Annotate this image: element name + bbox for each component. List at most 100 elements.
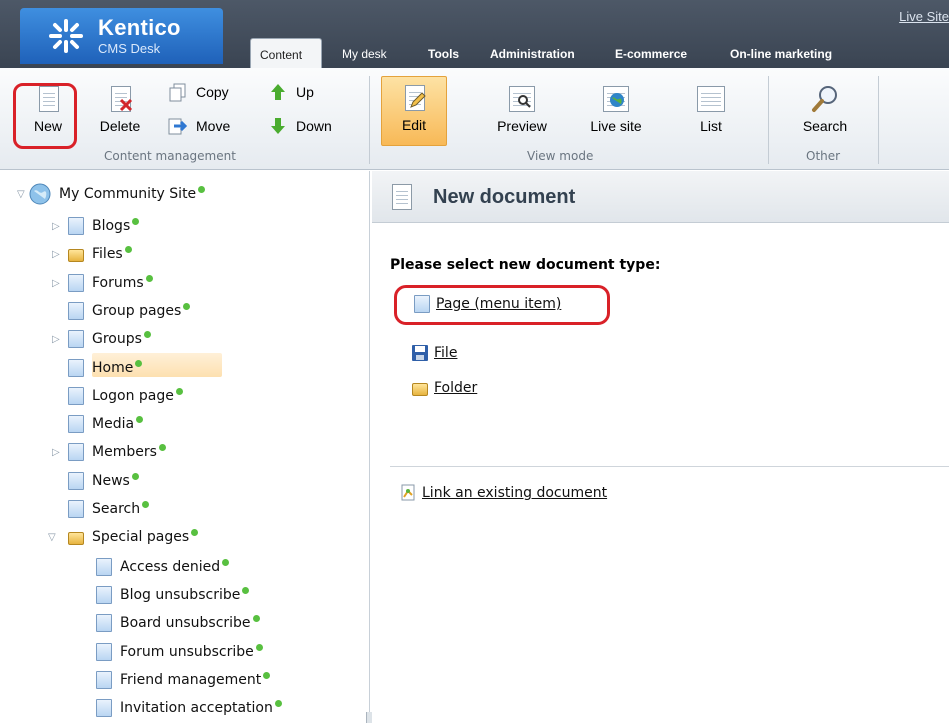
tab-on-line-marketing[interactable]: On-line marketing: [730, 38, 870, 68]
top-header: Kentico CMS Desk Live Site Content My de…: [0, 0, 949, 68]
page-icon: [68, 472, 84, 490]
tree-root[interactable]: ▽ My Community Site: [17, 182, 206, 206]
expand-icon[interactable]: ▷: [52, 334, 64, 345]
tree-node-label: Forum unsubscribe: [120, 644, 254, 660]
published-dot: [145, 275, 153, 282]
preview-mode-button[interactable]: Preview: [492, 78, 552, 142]
tree-node-board-unsubscribe[interactable]: Board unsubscribe: [96, 611, 260, 635]
page-icon: [68, 443, 84, 461]
tree-node-home[interactable]: Home: [68, 356, 143, 380]
published-dot: [222, 559, 230, 566]
edit-label: Edit: [401, 117, 427, 133]
link-existing-document[interactable]: Link an existing document: [400, 484, 607, 502]
published-dot: [132, 218, 140, 225]
tree-node-label: Board unsubscribe: [120, 615, 251, 631]
doc-type-file[interactable]: File: [412, 344, 457, 362]
tree-node-media[interactable]: Media: [68, 412, 144, 436]
published-dot: [135, 360, 143, 367]
tab-tools[interactable]: Tools: [428, 38, 478, 68]
tree-node-search[interactable]: Search: [68, 497, 150, 521]
tree-node-groups[interactable]: ▷ Groups: [52, 327, 151, 351]
tree-node-logon-page[interactable]: Logon page: [68, 384, 183, 408]
tree-node-label: Files: [92, 246, 123, 262]
copy-button[interactable]: Copy: [168, 81, 229, 103]
arrow-down-icon: [271, 118, 285, 134]
published-dot: [255, 644, 263, 651]
doc-type-folder[interactable]: Folder: [412, 380, 477, 396]
tree-node-special-pages[interactable]: ▽ Special pages: [48, 525, 199, 549]
up-label: Up: [296, 84, 314, 100]
search-icon: [812, 86, 837, 112]
page-icon: [68, 415, 84, 433]
site-globe-icon: [29, 183, 51, 205]
tree-node-blogs[interactable]: ▷ Blogs: [52, 214, 140, 238]
tree-node-forums[interactable]: ▷ Forums: [52, 271, 153, 295]
expand-icon[interactable]: ▷: [52, 447, 64, 458]
page-icon: [96, 671, 112, 689]
move-button[interactable]: Move: [168, 115, 230, 137]
up-button[interactable]: Up: [268, 81, 314, 103]
tree-node-blog-unsubscribe[interactable]: Blog unsubscribe: [96, 583, 250, 607]
tree-node-invitation-acceptation[interactable]: Invitation acceptation: [96, 696, 282, 720]
preview-icon: [507, 84, 537, 114]
tab-administration[interactable]: Administration: [490, 38, 605, 68]
search-button[interactable]: Search: [795, 78, 855, 142]
published-dot: [274, 700, 282, 707]
tree-scrollbar[interactable]: [366, 712, 372, 723]
live-site-mode-button[interactable]: Live site: [583, 78, 649, 142]
tree-node-label: Special pages: [92, 529, 190, 545]
page-icon: [96, 699, 112, 717]
delete-button-label: Delete: [99, 118, 141, 134]
kentico-logo[interactable]: Kentico CMS Desk: [20, 8, 223, 64]
list-mode-button[interactable]: List: [683, 78, 739, 142]
published-dot: [143, 331, 151, 338]
tree-node-label: Friend management: [120, 672, 262, 688]
tree-node-news[interactable]: News: [68, 469, 139, 493]
group-label-other: Other: [806, 149, 841, 163]
arrow-up-icon: [271, 84, 285, 100]
doc-type-link[interactable]: Page (menu item): [436, 296, 561, 312]
published-dot: [183, 303, 191, 310]
tab-my-desk[interactable]: My desk: [342, 38, 412, 68]
main-tabs: Content My desk Tools Administration E-c…: [250, 38, 870, 68]
tree-node-access-denied[interactable]: Access denied: [96, 555, 230, 579]
tab-e-commerce[interactable]: E-commerce: [615, 38, 715, 68]
select-type-prompt: Please select new document type:: [390, 257, 661, 273]
tree-node-members[interactable]: ▷ Members: [52, 440, 166, 464]
toolbar-separator: [768, 76, 769, 164]
divider: [390, 466, 949, 467]
link-document-icon: [401, 484, 415, 501]
new-button[interactable]: New: [20, 78, 76, 142]
globe-page-icon: [601, 84, 631, 114]
tree-node-label: Forums: [92, 275, 144, 291]
delete-button[interactable]: Delete: [92, 78, 148, 142]
published-dot: [198, 186, 206, 193]
tree-node-files[interactable]: ▷ Files: [52, 242, 132, 266]
doc-type-page-menu-item[interactable]: Page (menu item): [414, 295, 561, 313]
edit-mode-button[interactable]: Edit: [381, 76, 447, 146]
document-icon: [392, 184, 412, 210]
link-existing-label[interactable]: Link an existing document: [422, 485, 607, 501]
collapse-icon[interactable]: ▽: [17, 189, 29, 200]
folder-icon: [68, 249, 84, 262]
doc-type-link[interactable]: File: [434, 345, 457, 361]
tree-node-label: Home: [92, 360, 134, 376]
down-button[interactable]: Down: [268, 115, 332, 137]
tree-node-label: Invitation acceptation: [120, 700, 273, 716]
expand-icon[interactable]: ▷: [52, 278, 64, 289]
live-site-label: Live site: [590, 118, 642, 134]
expand-icon[interactable]: ▷: [52, 249, 64, 260]
collapse-icon[interactable]: ▽: [48, 532, 60, 543]
page-icon: [96, 614, 112, 632]
expand-icon[interactable]: ▷: [52, 221, 64, 232]
tree-node-label: Members: [92, 444, 157, 460]
product-name: CMS Desk: [98, 41, 161, 56]
tab-content[interactable]: Content: [250, 38, 322, 68]
folder-icon: [68, 532, 84, 545]
tree-node-friend-management[interactable]: Friend management: [96, 668, 271, 692]
doc-type-link[interactable]: Folder: [434, 380, 477, 396]
tree-node-group-pages[interactable]: Group pages: [68, 299, 191, 323]
tree-node-forum-unsubscribe[interactable]: Forum unsubscribe: [96, 640, 263, 664]
down-label: Down: [296, 118, 332, 134]
live-site-link[interactable]: Live Site: [899, 9, 949, 24]
